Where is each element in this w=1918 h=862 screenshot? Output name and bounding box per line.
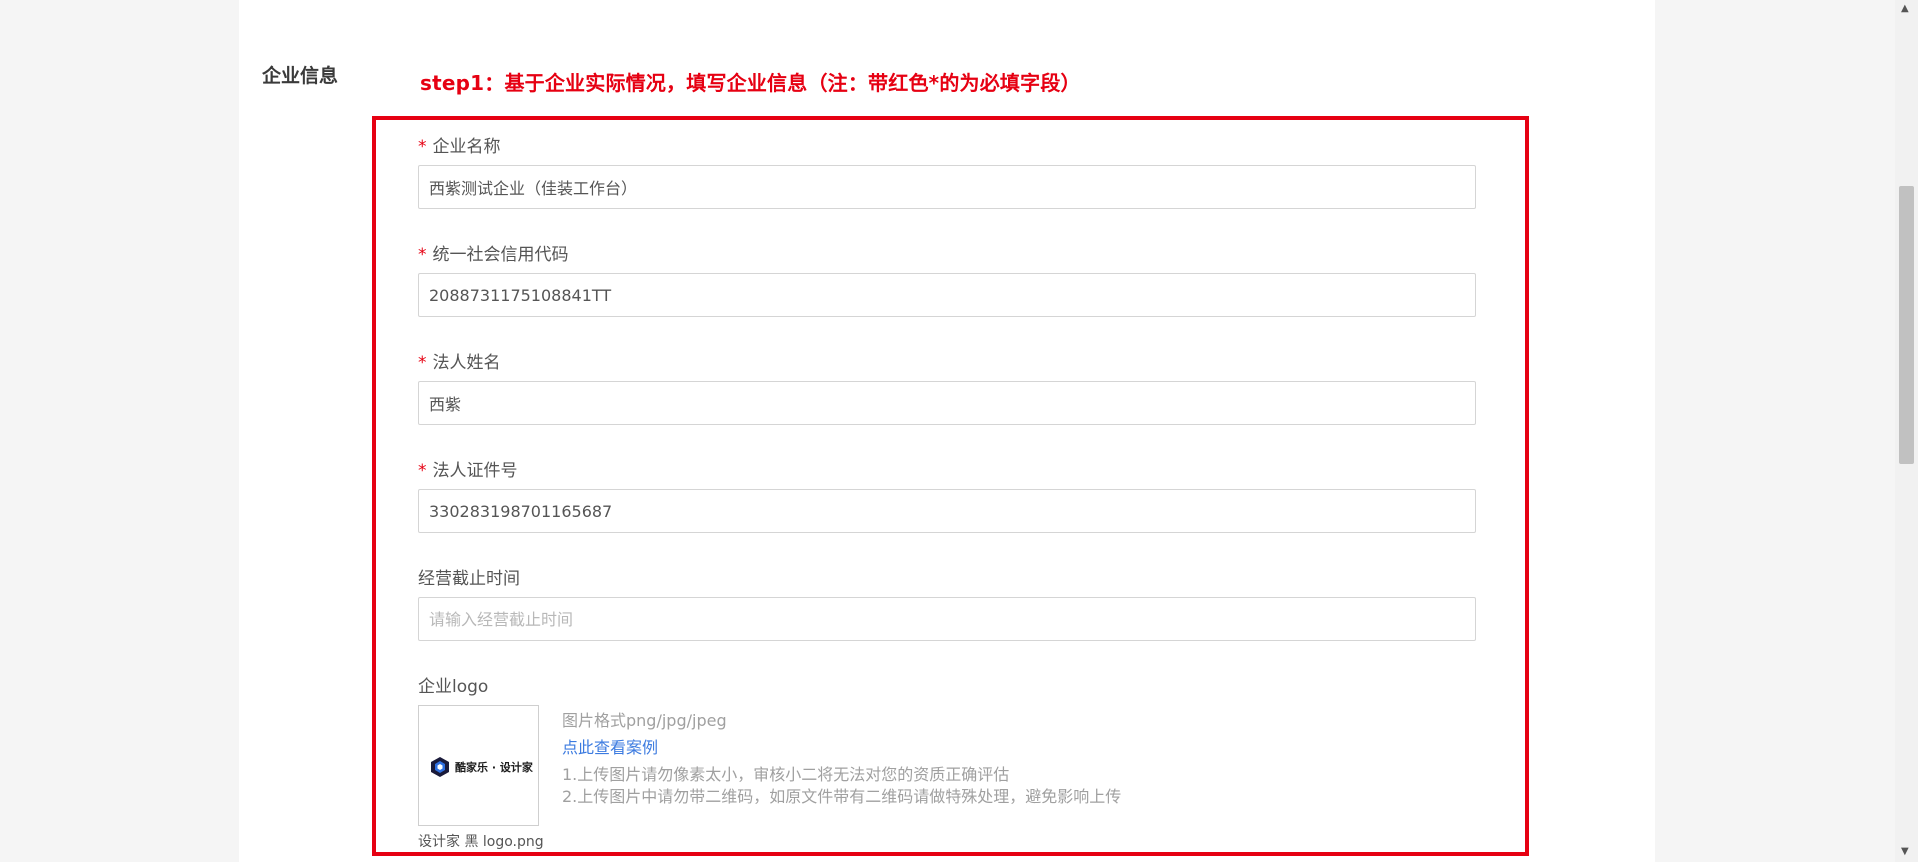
company-name-input[interactable] <box>418 165 1476 209</box>
required-mark: * <box>418 353 427 373</box>
format-hint: 图片格式png/jpg/jpeg <box>562 711 727 730</box>
required-mark: * <box>418 245 427 265</box>
scroll-thumb[interactable] <box>1899 186 1914 464</box>
legal-person-name-input[interactable] <box>418 381 1476 425</box>
logo-image-text: 酷家乐 · 设计家 <box>455 761 533 774</box>
business-deadline-label: 经营截止时间 <box>418 569 520 589</box>
uploaded-logo-image: 酷家乐 · 设计家 <box>429 756 533 778</box>
upload-note-2: 2.上传图片中请勿带二维码，如原文件带有二维码请做特殊处理，避免影响上传 <box>562 787 1122 806</box>
view-example-link[interactable]: 点此查看案例 <box>562 734 658 758</box>
credit-code-input[interactable] <box>418 273 1476 317</box>
vertical-scrollbar[interactable]: ▲ ▼ <box>1895 0 1918 862</box>
legal-person-id-input[interactable] <box>418 489 1476 533</box>
company-name-label: * 企业名称 <box>418 137 501 157</box>
legal-person-name-label: * 法人姓名 <box>418 353 501 373</box>
credit-code-label: * 统一社会信用代码 <box>418 245 569 265</box>
scroll-up-icon[interactable]: ▲ <box>1901 3 1909 14</box>
upload-note-1: 1.上传图片请勿像素太小，审核小二将无法对您的资质正确评估 <box>562 765 1010 784</box>
step-instruction: step1：基于企业实际情况，填写企业信息（注：带红色*的为必填字段） <box>420 71 1081 95</box>
logo-file-name: 设计家 黑 logo.png <box>418 834 544 850</box>
section-title: 企业信息 <box>262 65 339 87</box>
business-deadline-input[interactable] <box>418 597 1476 641</box>
logo-cube-icon <box>431 757 449 777</box>
required-mark: * <box>418 461 427 481</box>
required-mark: * <box>418 137 427 157</box>
highlight-frame <box>372 116 1529 856</box>
logo-upload-box[interactable]: 酷家乐 · 设计家 <box>418 705 539 826</box>
scroll-down-icon[interactable]: ▼ <box>1901 846 1909 857</box>
company-logo-label: 企业logo <box>418 677 489 697</box>
legal-person-id-label: * 法人证件号 <box>418 461 518 481</box>
